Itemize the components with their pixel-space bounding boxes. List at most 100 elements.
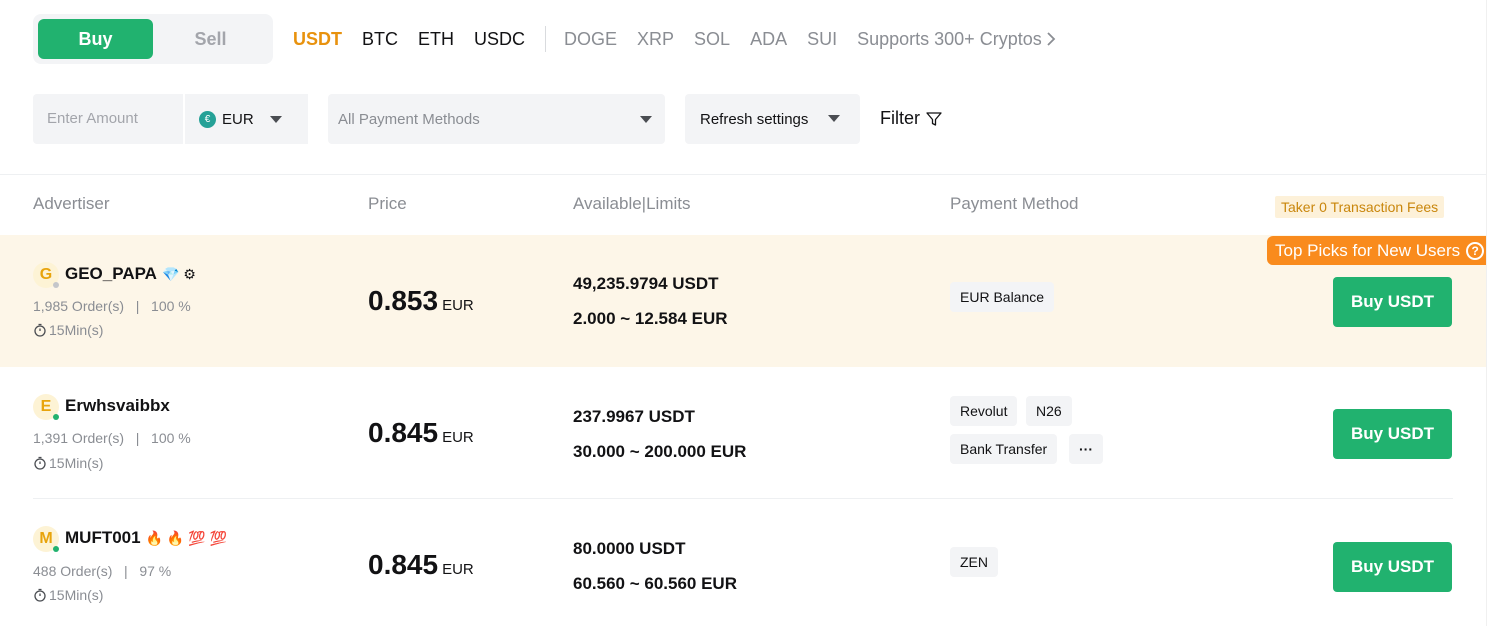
amount-input[interactable]: Enter Amount [47,110,138,127]
payment-chip: EUR Balance [950,282,1055,312]
advertiser-badges: 🔥 🔥 💯 💯 [145,529,227,546]
available-amount: 80.0000 USDT [573,539,686,558]
price-unit: EUR [442,561,474,578]
table-row: M MUFT001 🔥 🔥 💯 💯 488 Order(s) | 97 % 15… [0,499,1494,631]
order-limits: 60.560 ~ 60.560 EUR [573,574,737,593]
available-amount: 237.9967 USDT [573,407,695,426]
completion-rate: 100 % [151,430,191,446]
advertiser-name[interactable]: Erwhsvaibbx [65,396,170,416]
filter-button[interactable]: Filter [880,108,942,129]
coin-tabs: USDT BTC ETH USDC DOGE XRP SOL ADA SUI S… [293,26,1056,52]
stopwatch-icon [34,456,46,470]
payment-time-label: 15Min(s) [49,322,104,338]
payment-chip: ZEN [950,547,998,577]
stats-separator: | [127,298,148,314]
payment-time: 15Min(s) [33,322,103,338]
stats-separator: | [116,563,136,579]
payment-time: 15Min(s) [33,455,103,471]
currency-label: EUR [222,110,254,128]
price: 0.853 EUR [368,285,474,317]
top-picks-banner: Top Picks for New Users ? [1267,236,1494,265]
top-bar: Buy Sell USDT BTC ETH USDC DOGE XRP SOL … [0,0,1494,80]
currency-select[interactable]: € EUR [183,94,308,144]
coin-tab-sol[interactable]: SOL [694,29,730,50]
price: 0.845 EUR [368,549,474,581]
order-count: 1,391 Order(s) [33,430,125,446]
available-amount: 49,235.9794 USDT [573,274,719,293]
avatar[interactable]: M [33,526,59,552]
table-row: E Erwhsvaibbx 1,391 Order(s) | 100 % 15M… [0,367,1494,499]
coin-tab-usdt[interactable]: USDT [293,29,342,50]
order-stats: 488 Order(s) | 97 % [33,563,171,579]
funnel-icon [926,111,942,126]
avatar[interactable]: G [33,262,59,288]
header-available: Available|Limits [573,194,691,213]
advertiser-name[interactable]: GEO_PAPA 💎 ⚙ [65,264,196,284]
header-payment: Payment Method [950,194,1079,213]
avatar[interactable]: E [33,394,59,420]
coin-tab-doge[interactable]: DOGE [564,29,617,50]
sell-tab[interactable]: Sell [153,19,268,59]
stopwatch-icon [34,588,46,602]
coin-tab-usdc[interactable]: USDC [474,29,525,50]
payment-time-label: 15Min(s) [49,587,104,603]
coin-tab-xrp[interactable]: XRP [637,29,674,50]
price-unit: EUR [442,429,474,446]
refresh-settings-label: Refresh settings [700,111,809,128]
caret-down-icon [269,115,282,123]
payment-chip: Bank Transfer [950,434,1058,464]
amount-field[interactable]: Enter Amount € EUR [33,94,308,144]
stats-separator: | [127,430,148,446]
refresh-settings-select[interactable]: Refresh settings [685,94,860,144]
order-count: 488 Order(s) [33,563,113,579]
coin-tab-sui[interactable]: SUI [807,29,837,50]
supports-more-label: Supports 300+ Cryptos [857,28,1042,49]
buy-sell-toggle: Buy Sell [33,14,273,64]
advertiser-name-label: Erwhsvaibbx [65,396,170,415]
stopwatch-icon [34,323,46,337]
payment-time: 15Min(s) [33,587,103,603]
price-value: 0.845 [368,417,439,448]
caret-down-icon [828,115,840,122]
top-picks-label: Top Picks for New Users [1275,240,1461,260]
payment-method-select[interactable]: All Payment Methods [328,94,665,144]
order-limits: 2.000 ~ 12.584 EUR [573,309,728,328]
fees-badge: Taker 0 Transaction Fees [1275,196,1445,218]
section-divider [0,174,1494,175]
table-header: Advertiser Price Available|Limits Paymen… [0,194,1494,218]
price-value: 0.845 [368,549,439,580]
avatar-initial: G [39,266,53,283]
buy-usdt-button[interactable]: Buy USDT [1333,277,1452,327]
avatar-initial: M [39,530,53,547]
scrollbar[interactable] [1486,0,1494,626]
completion-rate: 97 % [139,563,172,579]
price-unit: EUR [442,297,474,314]
online-dot [53,414,59,420]
chevron-right-icon [1047,32,1055,46]
filter-label: Filter [880,108,920,128]
advertiser-name-label: MUFT001 [65,528,141,547]
price-value: 0.853 [368,285,439,316]
supports-more-link[interactable]: Supports 300+ Cryptos [857,29,1056,50]
more-payments-button[interactable]: ··· [1069,434,1103,464]
advertiser-name-label: GEO_PAPA [65,264,157,283]
header-price[interactable]: Price [368,194,407,214]
help-icon[interactable]: ? [1466,241,1485,260]
coin-tab-btc[interactable]: BTC [362,29,398,50]
caret-down-icon [640,116,652,123]
price: 0.845 EUR [368,417,474,449]
payment-method-placeholder: All Payment Methods [338,111,480,128]
online-dot [53,546,59,552]
coin-tab-ada[interactable]: ADA [750,29,787,50]
payment-chip: N26 [1026,396,1072,426]
order-stats: 1,985 Order(s) | 100 % [33,298,191,314]
euro-icon: € [199,110,216,128]
coin-tab-eth[interactable]: ETH [418,29,454,50]
buy-usdt-button[interactable]: Buy USDT [1333,409,1452,459]
advertiser-name[interactable]: MUFT001 🔥 🔥 💯 💯 [65,528,227,548]
status-dot [53,282,59,288]
payment-time-label: 15Min(s) [49,455,104,471]
buy-usdt-button[interactable]: Buy USDT [1333,542,1452,592]
buy-tab[interactable]: Buy [38,19,153,59]
payment-chip: Revolut [950,396,1018,426]
